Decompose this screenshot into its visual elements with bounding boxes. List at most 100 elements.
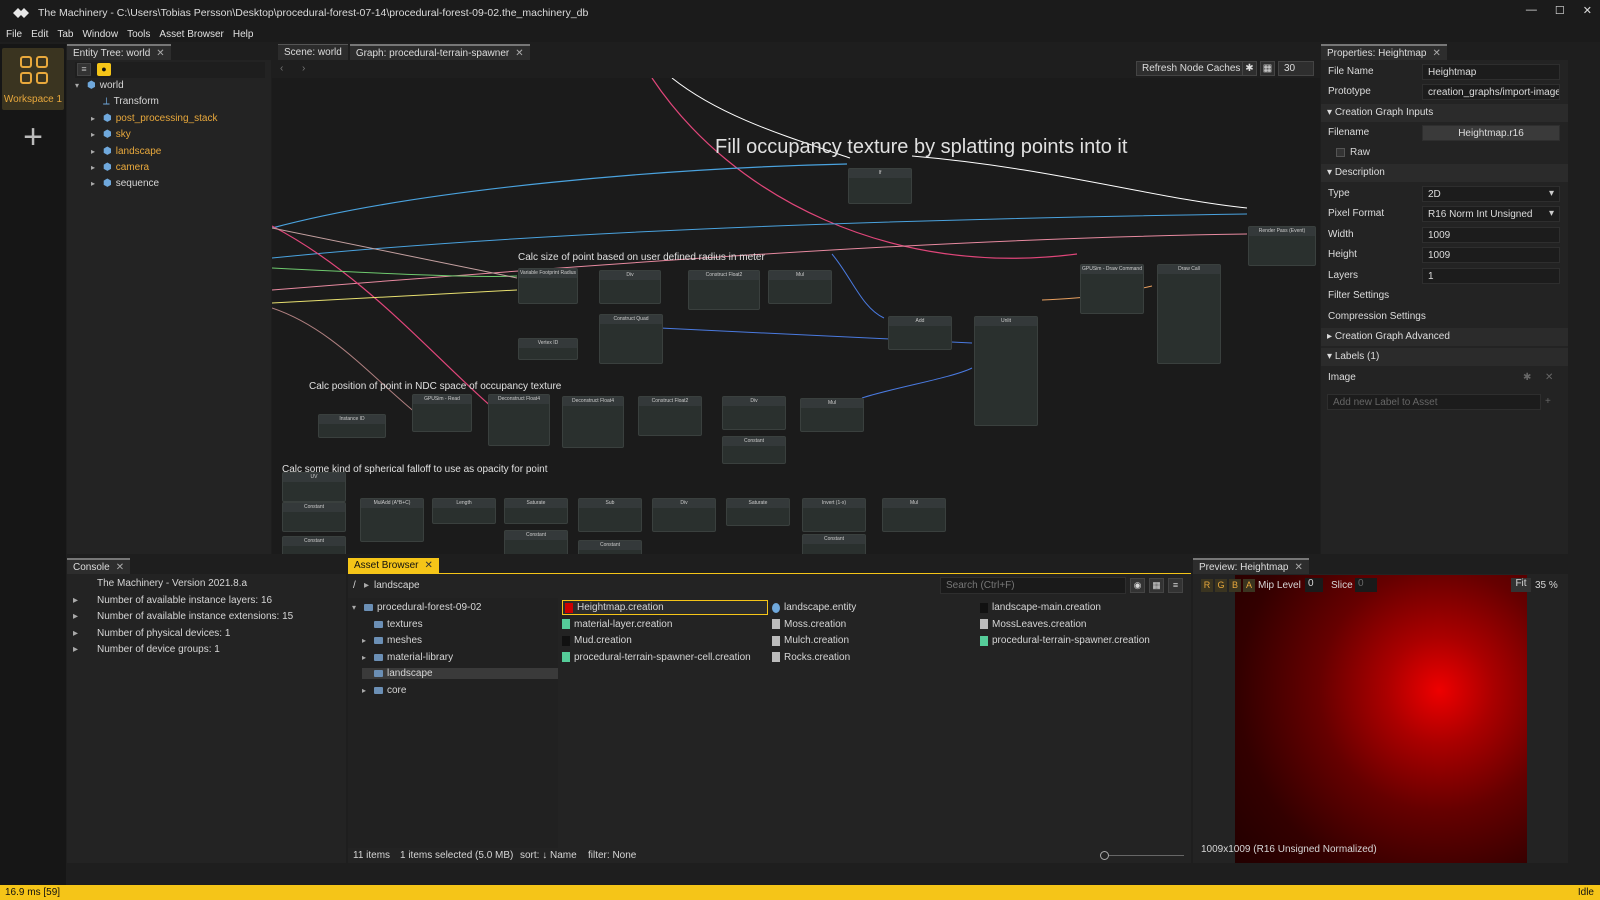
add-label-input[interactable]: Add new Label to Asset (1327, 394, 1541, 410)
console-line[interactable]: ▸ Number of device groups: 1 (73, 644, 220, 655)
menu-tools[interactable]: Tools (127, 29, 150, 40)
tab-preview[interactable]: Preview: Heightmap ✕ (1193, 558, 1309, 574)
asset-file[interactable]: MossLeaves.creation (980, 617, 1087, 632)
graph-node[interactable]: Saturate (504, 498, 568, 524)
slice-field[interactable]: 0 (1355, 578, 1377, 592)
folder-item[interactable]: ▸ meshes (362, 635, 422, 646)
menu-file[interactable]: File (6, 29, 22, 40)
close-tab-icon[interactable]: ✕ (515, 48, 523, 59)
graph-node[interactable]: Mul (882, 498, 946, 532)
graph-node[interactable]: Construct Float2 (688, 270, 760, 310)
graph-node[interactable]: GPUSim - Read (412, 394, 472, 432)
breadcrumb-root[interactable]: / (353, 580, 356, 591)
close-tab-icon[interactable]: ✕ (116, 562, 124, 573)
channel-g-toggle[interactable]: G (1215, 579, 1227, 592)
collapsed-arrow-icon[interactable]: ▸ (73, 628, 97, 639)
channel-a-toggle[interactable]: A (1243, 579, 1255, 592)
graph-node[interactable]: Deconstruct Float4 (488, 394, 550, 446)
remove-label-icon[interactable]: ✕ (1545, 372, 1553, 383)
collapsed-arrow-icon[interactable]: ▸ (91, 179, 99, 188)
menu-edit[interactable]: Edit (31, 29, 48, 40)
graph-node[interactable]: Add (888, 316, 952, 350)
tab-console[interactable]: Console ✕ (67, 558, 131, 574)
asset-file[interactable]: Mud.creation (562, 633, 632, 648)
collapsed-arrow-icon[interactable]: ▸ (91, 114, 99, 123)
folder-item[interactable]: landscape (362, 668, 558, 679)
forward-icon[interactable]: › (302, 63, 305, 74)
asset-file[interactable]: landscape-main.creation (980, 600, 1101, 615)
collapsed-arrow-icon[interactable]: ▾ (352, 603, 360, 612)
graph-node[interactable]: MulAdd (A*B+C) (360, 498, 424, 542)
asset-file[interactable]: Mulch.creation (772, 633, 849, 648)
collapsed-arrow-icon[interactable]: ▸ (362, 686, 370, 695)
graph-node[interactable]: Constant (282, 536, 346, 554)
menu-tab[interactable]: Tab (57, 29, 73, 40)
graph-node[interactable]: Variable Footprint Radius (518, 268, 578, 304)
close-tab-icon[interactable]: ✕ (1294, 562, 1302, 573)
width-field[interactable]: 1009 (1422, 227, 1560, 243)
entity-tree-item[interactable]: ▾ ⬢ world (75, 80, 124, 91)
section-creation-graph-inputs[interactable]: ▾ Creation Graph Inputs (1321, 104, 1568, 122)
section-labels[interactable]: ▾ Labels (1) (1321, 348, 1568, 366)
graph-node[interactable]: Mul (800, 398, 864, 432)
graph-node[interactable]: Construct Float2 (638, 396, 702, 436)
menu-asset-browser[interactable]: Asset Browser (159, 29, 223, 40)
graph-node[interactable]: Div (652, 498, 716, 532)
asset-search-input[interactable]: Search (Ctrl+F) (940, 577, 1126, 594)
folder-item[interactable]: textures (362, 619, 423, 630)
heightmap-preview-image[interactable] (1235, 575, 1527, 863)
graph-node[interactable]: Constant (282, 502, 346, 532)
maximize-button[interactable]: ☐ (1555, 4, 1565, 17)
graph-node[interactable]: Length (432, 498, 496, 524)
collapsed-arrow-icon[interactable]: ▸ (73, 611, 97, 622)
tab-graph[interactable]: Graph: procedural-terrain-spawner ✕ (349, 44, 530, 60)
filter-icon[interactable]: ≡ (77, 63, 91, 76)
console-line[interactable]: The Machinery - Version 2021.8.a (73, 578, 247, 589)
graph-node[interactable]: Constant (578, 540, 642, 554)
graph-node[interactable]: Unlit (974, 316, 1038, 426)
file-name-field[interactable]: Heightmap (1422, 64, 1560, 80)
tab-entity-tree[interactable]: Entity Tree: world ✕ (67, 44, 171, 60)
graph-node[interactable]: Constant (722, 436, 786, 464)
graph-node[interactable]: Mul (768, 270, 832, 304)
asset-file[interactable]: Heightmap.creation (562, 600, 768, 615)
refresh-node-caches-button[interactable]: Refresh Node Caches (1136, 61, 1247, 76)
graph-node[interactable]: Instance ID (318, 414, 386, 438)
filter-control[interactable]: filter: None (588, 850, 636, 861)
menu-help[interactable]: Help (233, 29, 254, 40)
gear-icon[interactable]: ✱ (1242, 61, 1257, 76)
collapsed-arrow-icon[interactable]: ▸ (91, 163, 99, 172)
asset-file[interactable]: procedural-terrain-spawner-cell.creation (562, 650, 751, 665)
entity-tree-item[interactable]: ▸ ⬢ camera (91, 162, 149, 173)
graph-node[interactable]: Div (599, 270, 661, 304)
collapsed-arrow-icon[interactable]: ▸ (91, 130, 99, 139)
filename-button[interactable]: Heightmap.r16 (1422, 125, 1560, 141)
prototype-field[interactable]: creation_graphs/import-image (1422, 84, 1560, 100)
section-creation-graph-advanced[interactable]: ▸ Creation Graph Advanced (1321, 328, 1568, 346)
fit-button[interactable]: Fit (1511, 578, 1531, 592)
zoom-field[interactable]: 30 (1278, 61, 1314, 76)
channel-r-toggle[interactable]: R (1201, 579, 1213, 592)
type-dropdown[interactable]: 2D (1422, 186, 1560, 202)
graph-node[interactable]: If (848, 168, 912, 204)
height-field[interactable]: 1009 (1422, 247, 1560, 263)
section-description[interactable]: ▾ Description (1321, 164, 1568, 182)
tab-asset-browser[interactable]: Asset Browser ✕ (348, 558, 439, 574)
folder-item[interactable]: ▸ core (362, 685, 406, 696)
asset-file[interactable]: landscape.entity (772, 600, 856, 615)
collapsed-arrow-icon[interactable]: ▸ (362, 653, 370, 662)
close-tab-icon[interactable]: ✕ (156, 48, 164, 59)
collapsed-arrow-icon[interactable]: ▸ (73, 644, 97, 655)
minimize-button[interactable]: — (1526, 4, 1537, 17)
graph-node[interactable]: Saturate (726, 498, 790, 526)
mip-level-field[interactable]: 0 (1305, 578, 1323, 592)
tab-properties[interactable]: Properties: Heightmap ✕ (1321, 44, 1447, 60)
close-tab-icon[interactable]: ✕ (424, 560, 432, 571)
pixel-format-dropdown[interactable]: R16 Norm Int Unsigned (1422, 206, 1560, 222)
entity-tree-item[interactable]: ▸ ⬢ sky (91, 129, 131, 140)
lock-icon[interactable]: ● (97, 63, 111, 76)
grid-icon[interactable]: ▦ (1260, 61, 1275, 76)
graph-node[interactable]: Constant (504, 530, 568, 554)
graph-node[interactable]: Draw Call (1157, 264, 1221, 364)
workspace-1-button[interactable]: Workspace 1 (2, 48, 64, 110)
